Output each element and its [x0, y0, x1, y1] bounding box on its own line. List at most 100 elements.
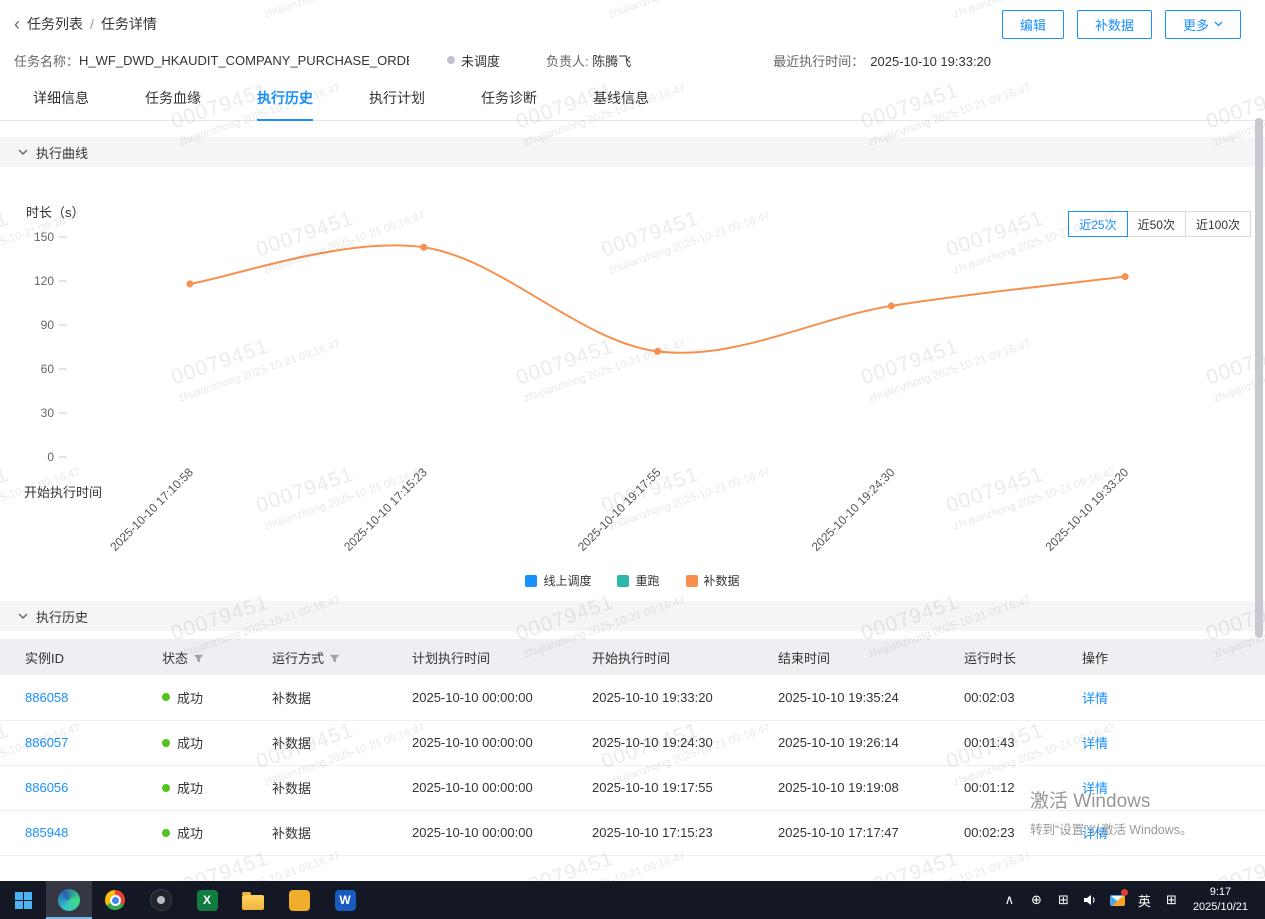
- filter-icon[interactable]: [329, 653, 340, 664]
- column-label: 开始执行时间: [592, 651, 670, 666]
- column-header-7: 操作: [1070, 639, 1265, 675]
- more-button-label: 更多: [1183, 15, 1209, 34]
- back-icon[interactable]: ‹: [14, 15, 20, 33]
- success-dot: [162, 693, 170, 701]
- legend-swatch: [686, 575, 698, 587]
- hidden-icons-icon[interactable]: ∧: [998, 881, 1021, 919]
- word-taskbar-icon[interactable]: W: [322, 881, 368, 919]
- status-badge: 成功: [162, 823, 203, 842]
- svg-text:2025-10-10 17:10:58: 2025-10-10 17:10:58: [107, 465, 196, 554]
- execution-history-table: 实例ID状态运行方式计划执行时间开始执行时间结束时间运行时长操作 886058成…: [0, 639, 1265, 856]
- status-badge: 成功: [162, 688, 203, 707]
- mail-icon[interactable]: [1106, 881, 1129, 919]
- clock-time: 9:17: [1193, 885, 1248, 900]
- range-button-50[interactable]: 近50次: [1127, 211, 1186, 237]
- ime-language-icon[interactable]: 英: [1133, 881, 1156, 919]
- clock-date: 2025/10/21: [1193, 900, 1248, 915]
- tab-execution-history[interactable]: 执行历史: [257, 78, 313, 120]
- success-dot: [162, 829, 170, 837]
- network-icon[interactable]: ⊕: [1025, 881, 1048, 919]
- edge-browser-taskbar-icon[interactable]: [46, 881, 92, 919]
- task-owner: 负责人: 陈腾飞: [546, 51, 631, 70]
- history-section-header[interactable]: 执行历史: [0, 601, 1265, 631]
- task-owner-label: 负责人:: [546, 54, 592, 69]
- end-time: 2025-10-10 19:35:24: [778, 690, 899, 705]
- vertical-scrollbar[interactable]: [1255, 118, 1263, 638]
- instance-id-link[interactable]: 885948: [25, 825, 68, 840]
- instance-id-link[interactable]: 886057: [25, 735, 68, 750]
- column-label: 结束时间: [778, 651, 830, 666]
- svg-text:120: 120: [34, 274, 54, 288]
- curve-section-title: 执行曲线: [36, 143, 88, 162]
- tab-detail-info[interactable]: 详细信息: [33, 78, 89, 120]
- column-header-0: 实例ID: [0, 639, 150, 675]
- column-label: 操作: [1082, 651, 1108, 666]
- taskbar-clock[interactable]: 9:17 2025/10/21: [1183, 885, 1260, 915]
- instance-id-link[interactable]: 886058: [25, 690, 68, 705]
- svg-text:30: 30: [41, 406, 55, 420]
- edit-button[interactable]: 编辑: [1002, 10, 1064, 39]
- end-time: 2025-10-10 19:26:14: [778, 735, 899, 750]
- excel-taskbar-icon[interactable]: X: [184, 881, 230, 919]
- range-button-25[interactable]: 近25次: [1068, 211, 1127, 237]
- volume-icon[interactable]: [1079, 881, 1102, 919]
- file-explorer-taskbar-icon[interactable]: [230, 881, 276, 919]
- status-badge: 成功: [162, 778, 203, 797]
- edge-browser-icon: [58, 889, 80, 911]
- task-info-row: 任务名称： H_WF_DWD_HKAUDIT_COMPANY_PURCHASE_…: [0, 48, 1265, 72]
- legend-online-schedule[interactable]: 线上调度: [525, 572, 591, 589]
- run-mode: 补数据: [272, 691, 311, 706]
- tab-lineage[interactable]: 任务血缘: [145, 78, 201, 120]
- chevron-down-icon: [18, 149, 28, 156]
- detail-link[interactable]: 详情: [1082, 736, 1108, 751]
- svg-text:2025-10-10 19:33:20: 2025-10-10 19:33:20: [1043, 465, 1132, 554]
- table-header-row: 实例ID状态运行方式计划执行时间开始执行时间结束时间运行时长操作: [0, 639, 1265, 675]
- chrome-browser-taskbar-icon[interactable]: [92, 881, 138, 919]
- filter-icon[interactable]: [193, 653, 204, 664]
- office-app-taskbar-icon[interactable]: [276, 881, 322, 919]
- planned-time: 2025-10-10 00:00:00: [412, 780, 533, 795]
- curve-section-header[interactable]: 执行曲线: [0, 137, 1265, 167]
- status-text: 成功: [177, 733, 203, 752]
- backfill-button[interactable]: 补数据: [1077, 10, 1152, 39]
- taskbar-tray: ∧⊕⊞英⊞: [998, 881, 1183, 919]
- range-button-group: 近25次近50次近100次: [1069, 211, 1251, 237]
- run-mode: 补数据: [272, 781, 311, 796]
- media-app-taskbar-icon[interactable]: [138, 881, 184, 919]
- detail-link[interactable]: 详情: [1082, 826, 1108, 841]
- page-header: ‹ 任务列表 / 任务详情 编辑 补数据 更多 任务名称： H_WF_DWD_H…: [0, 0, 1265, 121]
- svg-text:2025-10-10 19:24:30: 2025-10-10 19:24:30: [809, 465, 898, 554]
- run-duration: 00:01:12: [964, 780, 1015, 795]
- apps-grid-icon[interactable]: ⊞: [1052, 881, 1075, 919]
- more-button[interactable]: 更多: [1165, 10, 1241, 39]
- start-button[interactable]: [0, 881, 46, 919]
- detail-link[interactable]: 详情: [1082, 781, 1108, 796]
- windows-logo-icon: [15, 892, 32, 909]
- instance-id-link[interactable]: 886056: [25, 780, 68, 795]
- legend-rerun[interactable]: 重跑: [617, 572, 659, 589]
- last-exec-value: 2025-10-10 19:33:20: [870, 54, 991, 69]
- range-button-100[interactable]: 近100次: [1185, 211, 1251, 237]
- chart-panel: 近25次近50次近100次 时长（s）03060901201502025-10-…: [0, 201, 1265, 589]
- tab-diagnosis[interactable]: 任务诊断: [481, 78, 537, 120]
- table-row: 885948成功补数据2025-10-10 00:00:002025-10-10…: [0, 810, 1265, 855]
- legend-backfill[interactable]: 补数据: [686, 572, 740, 589]
- tab-execution-plan[interactable]: 执行计划: [369, 78, 425, 120]
- start-time: 2025-10-10 19:33:20: [592, 690, 713, 705]
- status-text: 成功: [177, 688, 203, 707]
- ime-keyboard-icon[interactable]: ⊞: [1160, 881, 1183, 919]
- run-mode: 补数据: [272, 826, 311, 841]
- task-name: H_WF_DWD_HKAUDIT_COMPANY_PURCHASE_ORDER.…: [79, 53, 409, 68]
- status-badge: 成功: [162, 733, 203, 752]
- start-time: 2025-10-10 17:15:23: [592, 825, 713, 840]
- column-label: 运行方式: [272, 651, 324, 666]
- start-time: 2025-10-10 19:17:55: [592, 780, 713, 795]
- run-duration: 00:02:23: [964, 825, 1015, 840]
- breadcrumb-task-list[interactable]: 任务列表: [27, 14, 83, 34]
- task-owner-value: 陈腾飞: [592, 54, 631, 69]
- header-actions: 编辑 补数据 更多: [1002, 10, 1241, 39]
- svg-text:90: 90: [41, 318, 55, 332]
- tab-baseline[interactable]: 基线信息: [593, 78, 649, 120]
- detail-link[interactable]: 详情: [1082, 691, 1108, 706]
- excel-icon: X: [197, 890, 218, 911]
